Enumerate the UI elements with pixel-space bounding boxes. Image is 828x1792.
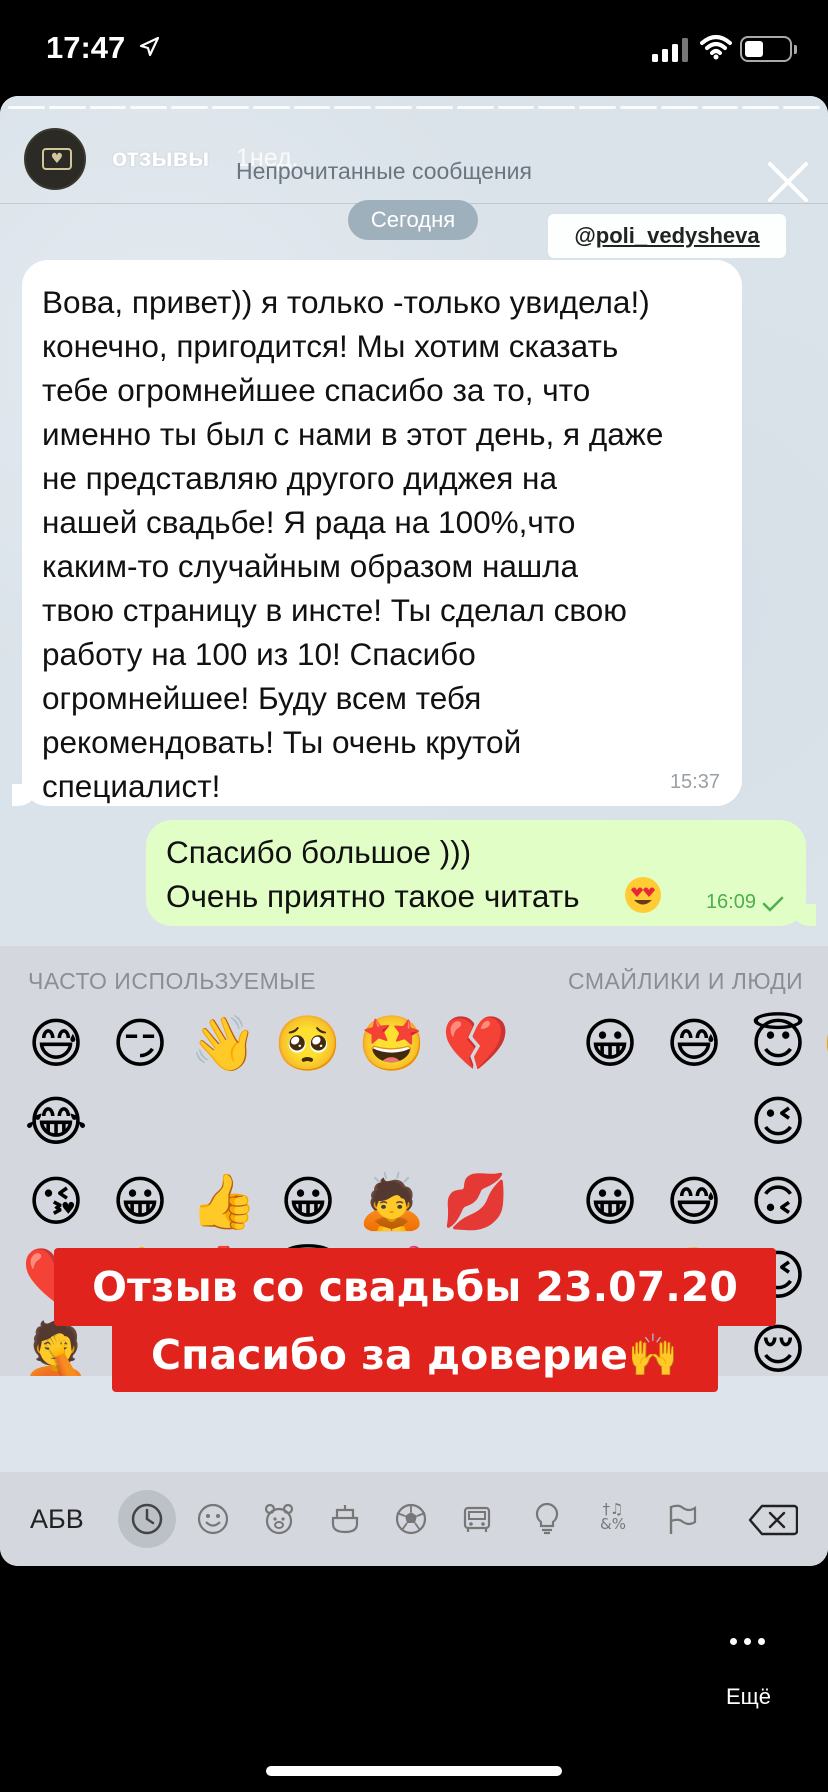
incoming-message-time: 15:37 <box>669 771 720 793</box>
location-arrow-icon <box>139 36 160 57</box>
incoming-message: Вова, привет)) я только -только увидела!… <box>12 260 742 806</box>
status-bar: 17:47 <box>0 0 828 100</box>
mention-username[interactable]: poli_vedysheva <box>596 223 760 248</box>
story-progress-bar <box>0 106 828 112</box>
emoji-key[interactable]: 😘 <box>14 1164 98 1240</box>
emoji-key[interactable]: 🙇 <box>350 1164 434 1240</box>
smiley-category-icon[interactable] <box>196 1502 230 1536</box>
emoji-key[interactable]: 🙂 <box>814 1006 828 1082</box>
section-smileys-people: СМАЙЛИКИ И ЛЮДИ <box>568 968 804 994</box>
emoji-key[interactable]: 😅 <box>14 1006 98 1082</box>
story-header: ♥ отзывы 1нед. Непрочитанные сообщения <box>0 118 828 204</box>
food-category-icon[interactable] <box>328 1502 362 1536</box>
emoji-key[interactable]: 😇 <box>736 1006 820 1082</box>
emoji-key[interactable]: ❤ <box>814 1084 828 1160</box>
more-options-icon[interactable] <box>730 1638 766 1648</box>
status-time: 17:47 <box>46 30 126 65</box>
emoji-key[interactable]: 💋 <box>434 1164 518 1240</box>
home-indicator <box>266 1766 562 1776</box>
unread-messages-label: Непрочитанные сообщения <box>236 158 532 184</box>
emoji-key[interactable]: 👋 <box>182 1006 266 1082</box>
emoji-key[interactable]: 👍 <box>182 1164 266 1240</box>
wifi-icon <box>700 35 732 60</box>
animal-category-icon[interactable] <box>262 1502 296 1536</box>
outgoing-message-time: 16:09 <box>705 891 756 913</box>
soccer-ball-icon[interactable] <box>394 1502 428 1536</box>
emoji-key[interactable]: 😏 <box>98 1006 182 1082</box>
travel-category-icon[interactable] <box>460 1502 494 1536</box>
emoji-key[interactable]: 🥺 <box>266 1006 350 1082</box>
heart-eyes-emoji <box>625 877 661 913</box>
incoming-message-text: Вова, привет)) я только -только увидела!… <box>42 284 664 804</box>
emoji-key[interactable]: 💔 <box>434 1006 518 1082</box>
emoji-key[interactable]: 😀 <box>568 1164 652 1240</box>
abc-keyboard-button[interactable]: АБВ <box>30 1504 84 1535</box>
close-icon[interactable] <box>766 160 810 204</box>
keyboard-category-bar: АБВ †♫ &% <box>0 1472 828 1566</box>
heart-icon: ♥ <box>42 148 72 170</box>
flag-icon[interactable] <box>664 1502 698 1536</box>
story-username[interactable]: отзывы <box>112 144 209 173</box>
emoji-key[interactable]: 😅 <box>652 1006 736 1082</box>
date-separator: Сегодня <box>348 200 478 240</box>
emoji-key[interactable]: 🤩 <box>350 1006 434 1082</box>
emoji-key[interactable]: 😀 <box>568 1006 652 1082</box>
battery-icon <box>740 36 797 62</box>
mention-sticker[interactable]: @poli_vedysheva <box>548 214 786 258</box>
clock-icon <box>131 1503 163 1535</box>
emoji-key[interactable]: 😅 <box>652 1164 736 1240</box>
check-icon <box>762 896 784 912</box>
backspace-icon[interactable] <box>748 1504 798 1536</box>
emoji-key[interactable]: 🙃 <box>736 1164 820 1240</box>
more-options-label[interactable]: Ещё <box>726 1684 771 1710</box>
section-frequently-used: ЧАСТО ИСПОЛЬЗУЕМЫЕ <box>28 968 316 994</box>
story-card: ♥ отзывы 1нед. Непрочитанные сообщения С… <box>0 96 828 1566</box>
emoji-key[interactable]: 😀 <box>98 1164 182 1240</box>
banner-line-1: Отзыв со свадьбы 23.07.20 <box>54 1248 776 1326</box>
outgoing-message-text: Спасибо большое ))) Очень приятно такое … <box>166 834 580 914</box>
avatar[interactable]: ♥ <box>24 128 86 190</box>
emoji-key[interactable]: 😉 <box>736 1084 820 1160</box>
emoji-key[interactable]: 😀 <box>266 1164 350 1240</box>
banner-line-2: Спасибо за доверие🙌 <box>112 1318 718 1392</box>
outgoing-message: Спасибо большое ))) Очень приятно такое … <box>146 820 816 926</box>
symbols-category-icon[interactable]: †♫ &% <box>596 1502 630 1536</box>
lightbulb-icon[interactable] <box>530 1502 564 1536</box>
recent-category-button[interactable] <box>118 1490 176 1548</box>
cellular-signal-icon <box>652 38 688 62</box>
emoji-key[interactable]: 😂 <box>14 1084 98 1160</box>
